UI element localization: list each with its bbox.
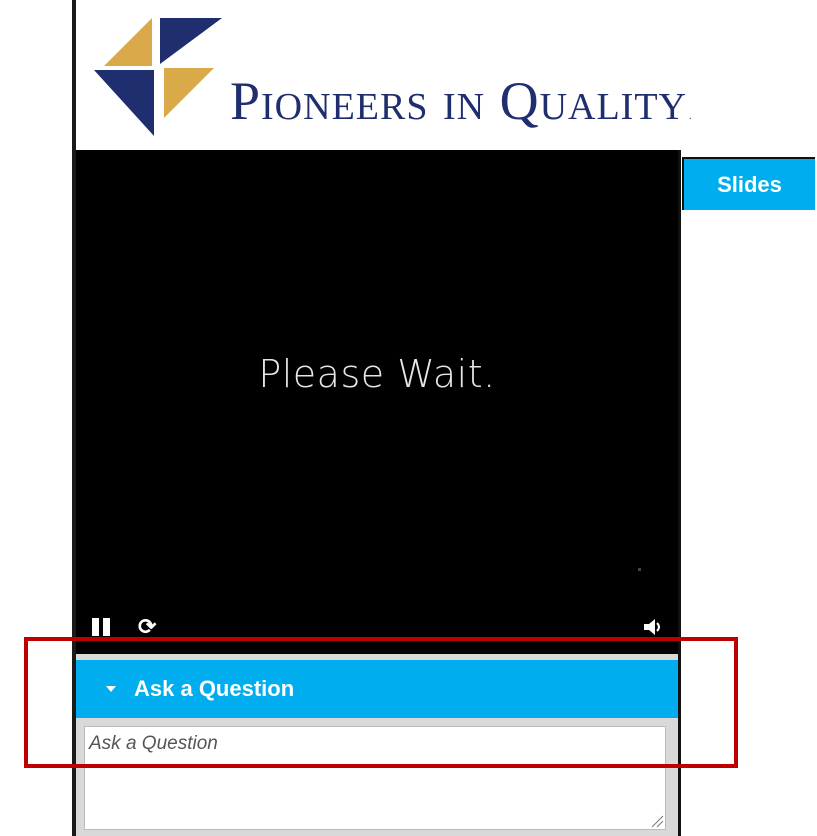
- caret-down-icon: [106, 686, 116, 692]
- volume-icon: [644, 619, 660, 635]
- pioneers-in-quality-logo: Pioneers in Quality.: [94, 18, 794, 148]
- tab-slides-label: Slides: [717, 171, 782, 197]
- ask-question-panel: Ask a Question: [76, 654, 678, 836]
- question-input[interactable]: [84, 726, 666, 830]
- volume-button[interactable]: [642, 616, 664, 638]
- tab-slides[interactable]: Slides: [682, 157, 815, 210]
- logo-wordmark: Pioneers in Quality.: [230, 71, 693, 131]
- ask-question-header[interactable]: Ask a Question: [76, 660, 678, 718]
- ask-question-header-label: Ask a Question: [134, 676, 295, 701]
- refresh-button[interactable]: ⟳: [138, 615, 156, 639]
- refresh-icon: ⟳: [138, 614, 157, 639]
- logo-mark-icon: [94, 18, 222, 136]
- video-player[interactable]: Please Wait. ⟳: [76, 150, 678, 654]
- video-status-text: Please Wait.: [258, 352, 496, 396]
- pause-button[interactable]: [92, 618, 110, 636]
- resize-grip-icon[interactable]: [650, 814, 664, 828]
- panel-divider: [678, 150, 681, 836]
- video-artifact: [638, 568, 641, 571]
- pause-icon: [92, 618, 99, 636]
